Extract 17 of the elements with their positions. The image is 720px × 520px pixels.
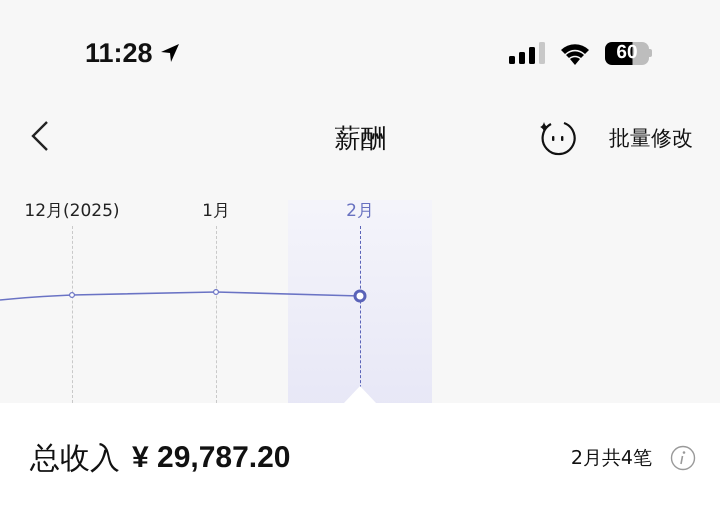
total-income-label: 总收入 (30, 440, 120, 478)
smiley-sparkle-icon[interactable] (539, 119, 577, 157)
total-income-amount: ¥ 29,787.20 (132, 441, 290, 475)
location-arrow-icon (158, 42, 181, 64)
selected-month-column[interactable]: 2月 (288, 200, 432, 403)
month-label[interactable]: 1月 (200, 200, 232, 222)
data-point[interactable] (69, 292, 75, 298)
info-icon[interactable] (670, 445, 696, 471)
month-label[interactable]: 12月(2025) (22, 200, 122, 222)
signal-icon (509, 42, 545, 64)
status-time: 11:28 (85, 38, 153, 68)
batch-edit-button[interactable]: 批量修改 (609, 124, 693, 152)
page-title: 薪酬 (334, 122, 386, 156)
data-point[interactable] (213, 289, 219, 295)
month-label[interactable]: 2月 (344, 200, 376, 222)
selected-point[interactable] (354, 290, 366, 302)
record-count: 2月共4笔 (570, 446, 652, 471)
